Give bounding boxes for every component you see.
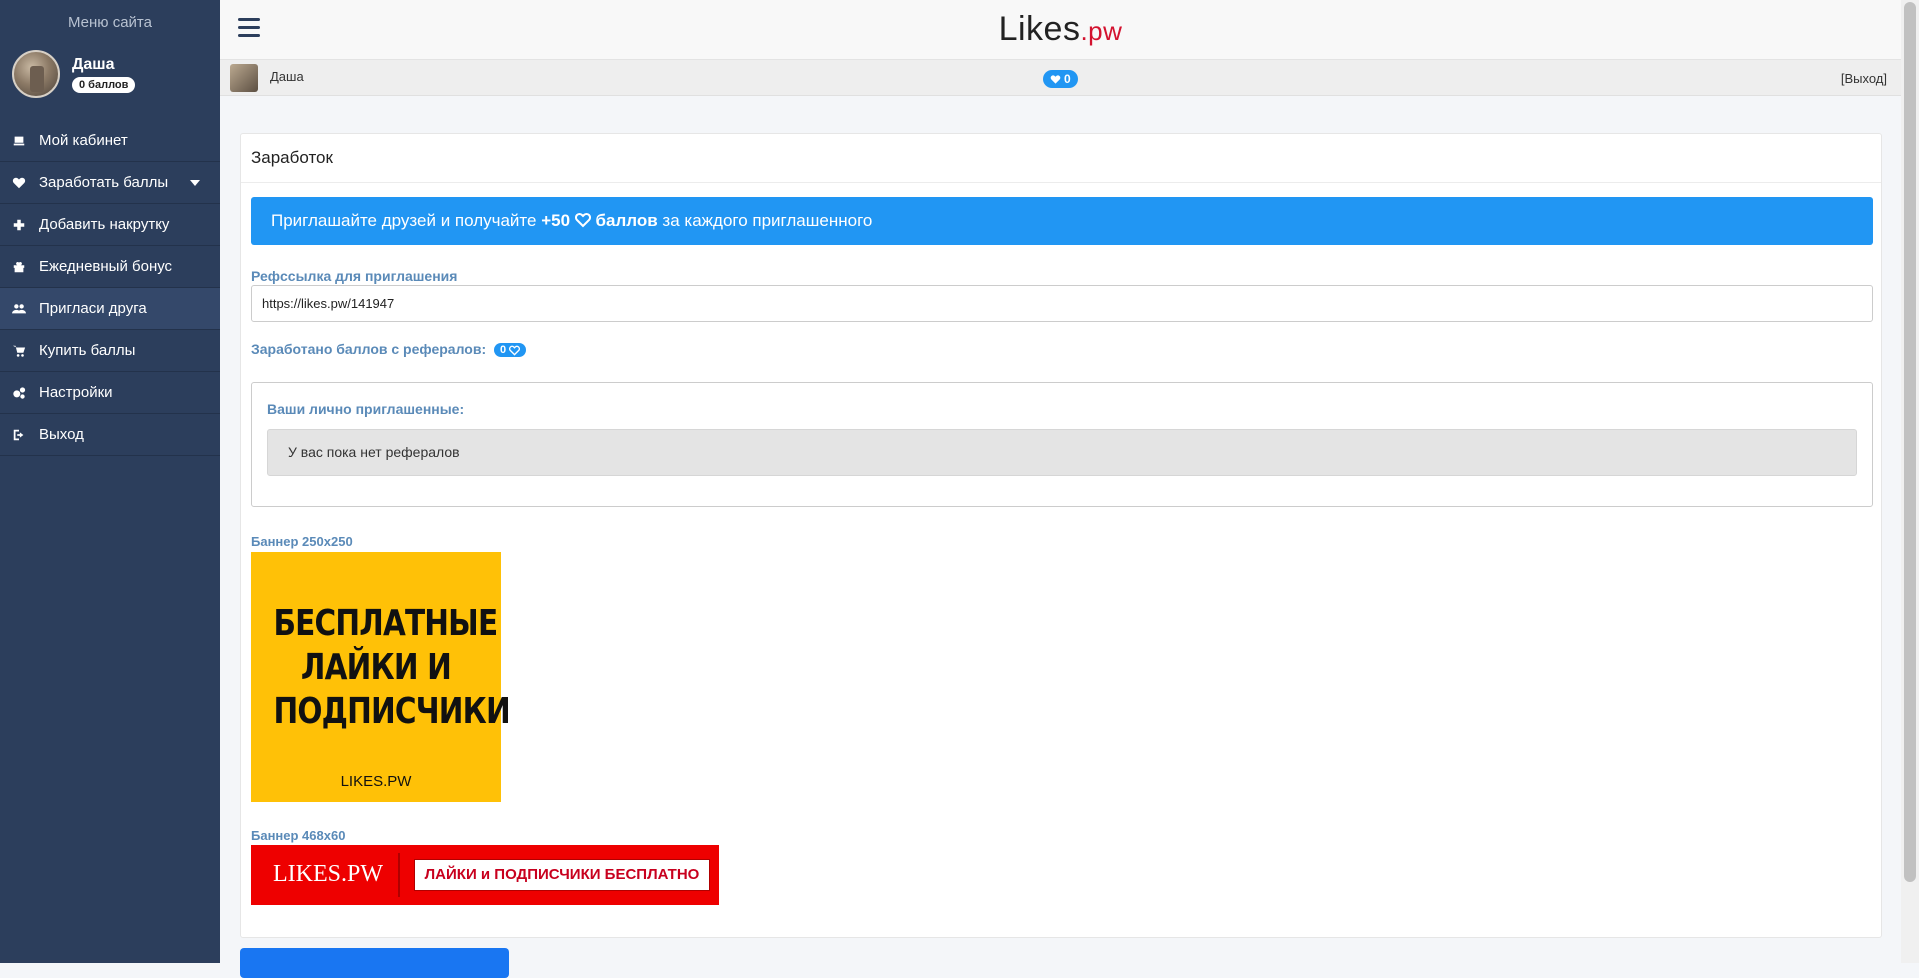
earned-value: 0	[500, 344, 507, 356]
top-header: Likes.pw	[220, 0, 1901, 60]
user-bar: Даша 0 [Выход]	[220, 60, 1901, 96]
ref-link-input[interactable]	[251, 285, 1873, 322]
referrals-title: Ваши лично приглашенные:	[267, 401, 465, 417]
card-title: Заработок	[241, 134, 1881, 183]
sign-out-icon	[10, 426, 28, 444]
likes-badge: 0	[1043, 70, 1078, 88]
scrollbar[interactable]	[1901, 0, 1919, 963]
sidebar-item-label: Пригласи друга	[39, 300, 147, 317]
invite-banner: Приглашайте друзей и получайте +50 балло…	[251, 197, 1873, 245]
laptop-icon	[10, 132, 28, 150]
user-name[interactable]: Даша	[270, 69, 304, 84]
sidebar-item-earn[interactable]: Заработать баллы	[0, 162, 220, 204]
banner-250[interactable]: БЕСПЛАТНЫЕ ЛАЙКИ И ПОДПИСЧИКИ LIKES.PW	[251, 552, 511, 802]
sidebar-item-label: Купить баллы	[39, 342, 136, 359]
sidebar-item-invite[interactable]: Пригласи друга	[0, 288, 220, 330]
earned-label-text: Заработано баллов с рефералов:	[251, 341, 487, 357]
users-icon	[10, 300, 28, 318]
banner-250-line-2: ЛАЙКИ И	[300, 647, 452, 688]
logout-link[interactable]: [Выход]	[1841, 71, 1887, 86]
sidebar-menu: Мой кабинет Заработать баллы Добавить на…	[0, 120, 220, 456]
logo-main: Likes	[998, 10, 1081, 48]
sidebar-item-label: Мой кабинет	[39, 132, 128, 149]
bottom-action-button[interactable]	[240, 948, 509, 978]
banner-468-tagline: ЛАЙКИ и ПОДПИСЧИКИ БЕСПЛАТНО	[414, 859, 710, 891]
heart-outline-icon	[574, 212, 591, 228]
chevron-down-icon	[190, 180, 200, 186]
banner-250-label: Баннер 250x250	[251, 534, 353, 549]
earned-label: Заработано баллов с рефералов: 0	[251, 341, 527, 357]
sidebar-item-label: Настройки	[39, 384, 113, 401]
sidebar-item-label: Ежедневный бонус	[39, 258, 173, 275]
sidebar-item-logout[interactable]: Выход	[0, 414, 220, 456]
banner-468[interactable]: LIKES.PW ЛАЙКИ и ПОДПИСЧИКИ БЕСПЛАТНО	[251, 845, 719, 905]
heart-icon	[10, 174, 28, 192]
banner-468-divider	[398, 853, 400, 897]
invite-prefix: Приглашайте друзей и получайте	[271, 211, 542, 230]
logo-domain: .pw	[1080, 16, 1123, 46]
invite-suffix: за каждого приглашенного	[657, 211, 873, 230]
sidebar-item-label: Заработать баллы	[39, 174, 169, 191]
plus-icon	[10, 216, 28, 234]
banner-250-site: LIKES.PW	[340, 773, 412, 790]
sidebar: Меню сайта Даша 0 баллов Мой кабинет Зар…	[0, 0, 220, 963]
sidebar-item-label: Выход	[39, 426, 84, 443]
sidebar-item-daily-bonus[interactable]: Ежедневный бонус	[0, 246, 220, 288]
invite-amount: +50	[541, 211, 571, 230]
profile: Даша 0 баллов	[0, 38, 220, 110]
no-referrals-notice: У вас пока нет рефералов	[267, 429, 1857, 476]
banner-250-line-3: ПОДПИСЧИКИ	[273, 691, 511, 732]
avatar-small[interactable]	[230, 64, 258, 92]
earnings-card: Заработок Приглашайте друзей и получайте…	[240, 133, 1882, 938]
sidebar-item-buy-points[interactable]: Купить баллы	[0, 330, 220, 372]
gift-icon	[10, 258, 28, 276]
avatar[interactable]	[12, 50, 60, 98]
referrals-box: Ваши лично приглашенные: У вас пока нет …	[251, 382, 1873, 507]
heart-outline-icon	[509, 345, 521, 356]
sidebar-item-add-order[interactable]: Добавить накрутку	[0, 204, 220, 246]
likes-count: 0	[1064, 72, 1071, 86]
sidebar-item-settings[interactable]: Настройки	[0, 372, 220, 414]
sidebar-title: Меню сайта	[68, 14, 152, 31]
heart-icon	[1050, 74, 1061, 84]
ref-link-label: Рефссылка для приглашения	[251, 268, 458, 284]
scrollbar-thumb[interactable]	[1904, 2, 1916, 882]
site-logo[interactable]: Likes.pw	[220, 10, 1901, 49]
banner-250-line-1: БЕСПЛАТНЫЕ	[273, 603, 499, 644]
banner-468-logo: LIKES.PW	[273, 861, 383, 887]
banner-468-label: Баннер 468x60	[251, 828, 346, 843]
sidebar-item-label: Добавить накрутку	[39, 216, 170, 233]
banner-250-text: БЕСПЛАТНЫЕ ЛАЙКИ И ПОДПИСЧИКИ	[273, 602, 511, 734]
invite-unit: баллов	[595, 211, 658, 230]
sidebar-item-cabinet[interactable]: Мой кабинет	[0, 120, 220, 162]
profile-name: Даша	[72, 55, 115, 73]
earned-badge: 0	[494, 343, 527, 357]
gears-icon	[10, 384, 28, 402]
points-badge: 0 баллов	[72, 76, 136, 93]
cart-icon	[10, 342, 28, 360]
